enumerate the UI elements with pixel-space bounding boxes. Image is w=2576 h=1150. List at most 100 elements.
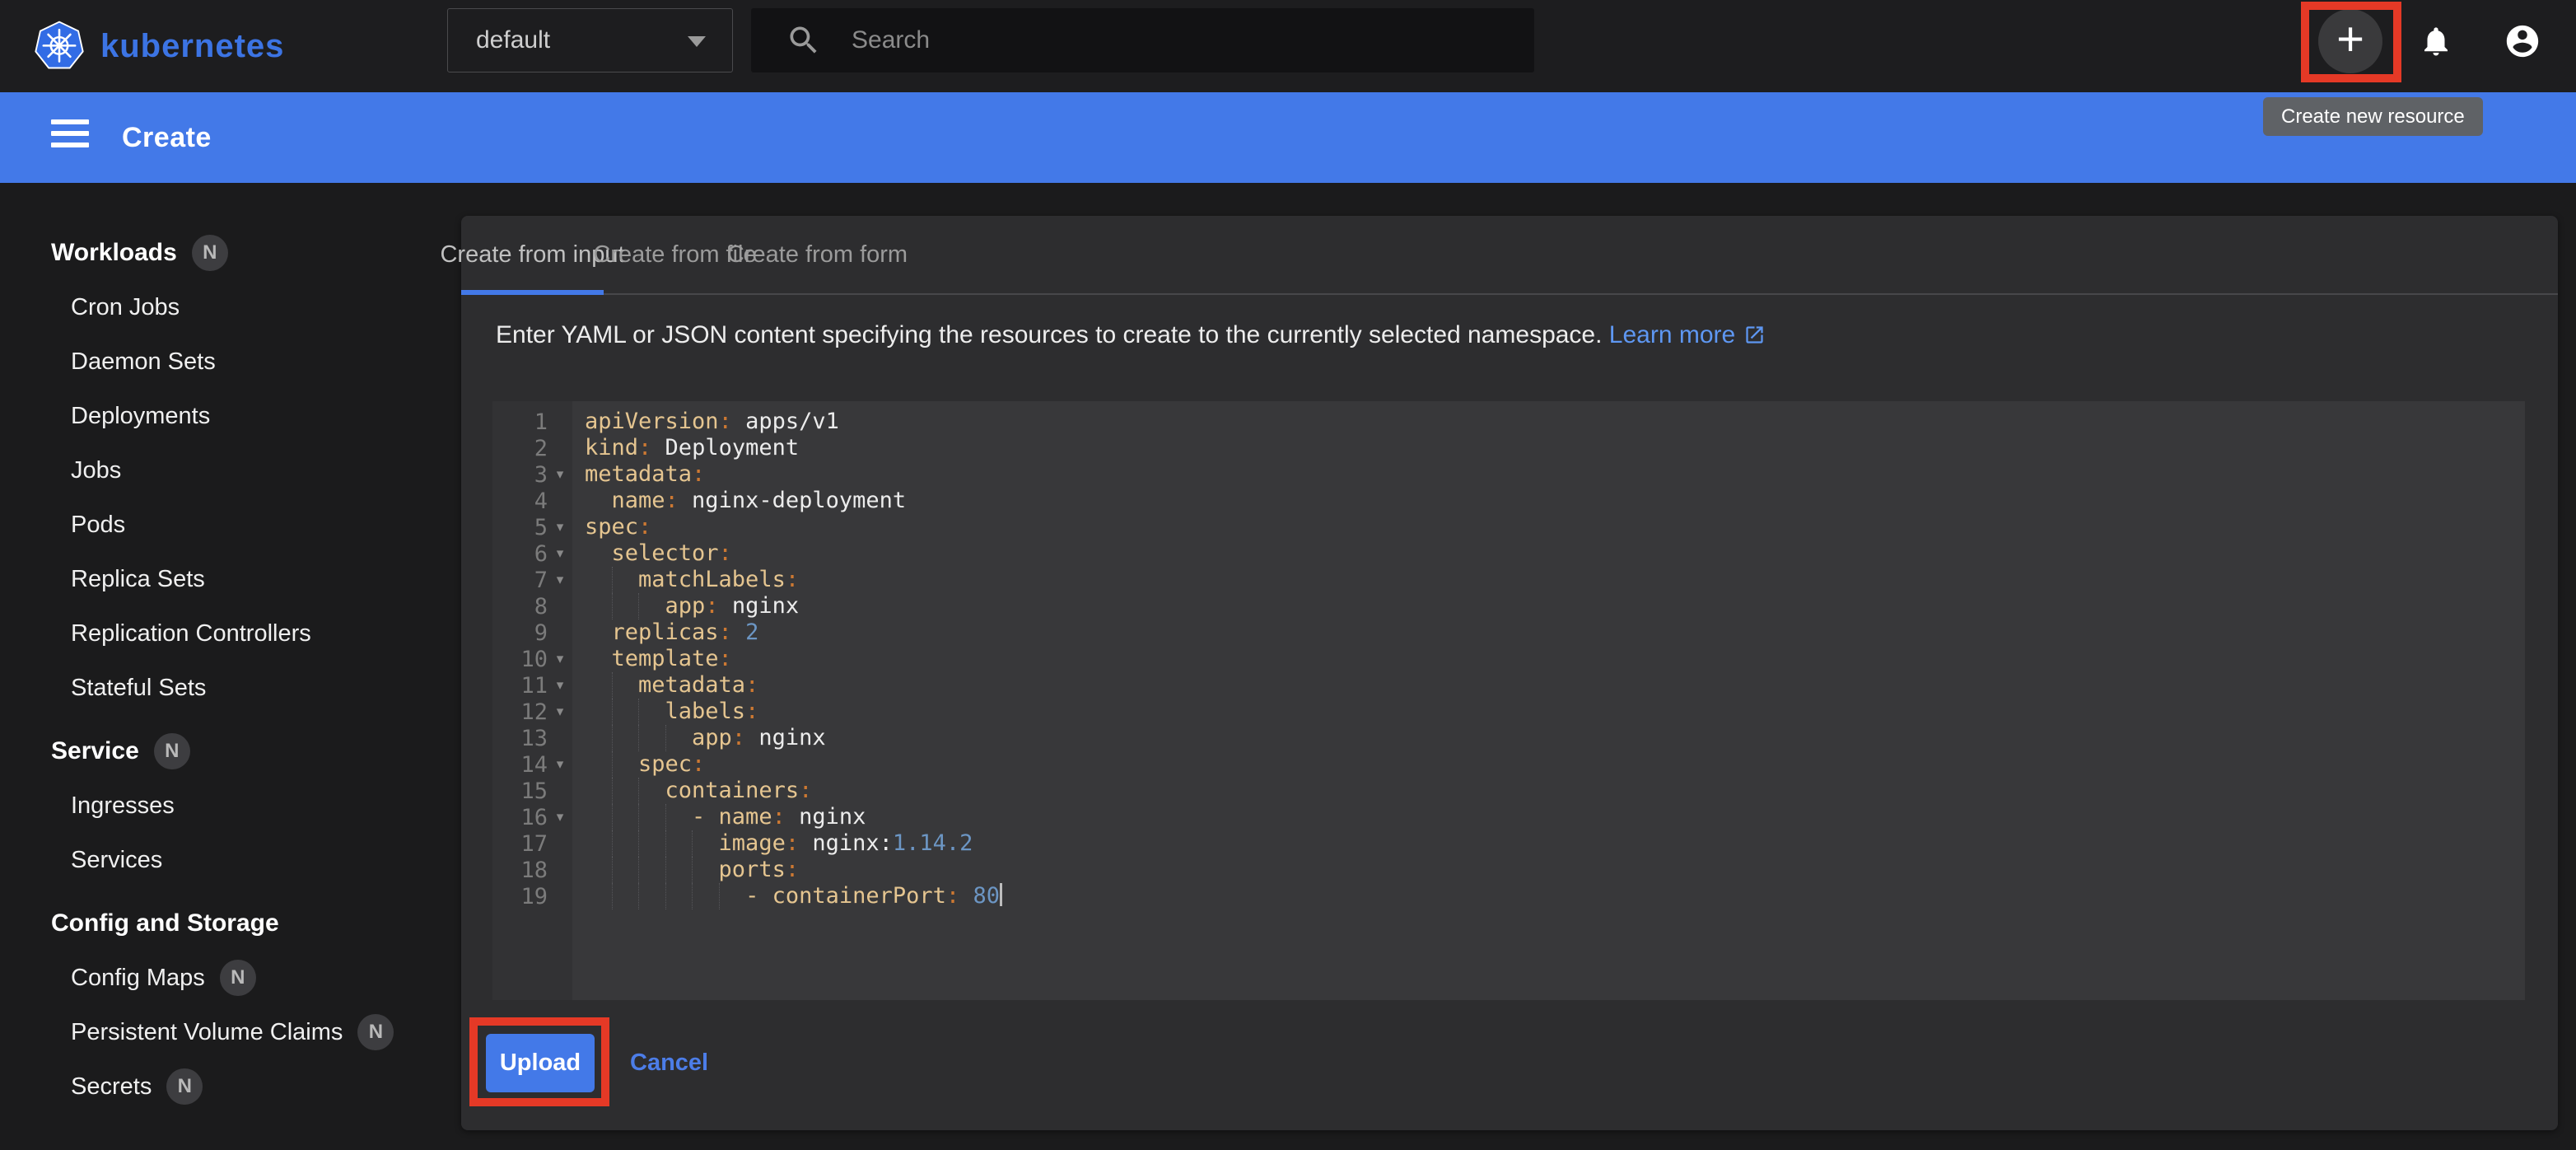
code-line[interactable]: app: nginx xyxy=(585,593,2525,619)
code-line[interactable]: name: nginx-deployment xyxy=(585,488,2525,514)
gutter-row: 1 xyxy=(492,409,572,435)
indent-guide xyxy=(665,857,666,883)
code-token: app xyxy=(692,725,732,750)
sidebar-item-deployments[interactable]: Deployments xyxy=(0,389,461,443)
sidebar-item-pods[interactable]: Pods xyxy=(0,498,461,552)
upload-button[interactable]: Upload xyxy=(486,1034,595,1092)
kubernetes-logo-icon xyxy=(33,17,86,75)
fold-arrow-icon[interactable]: ▾ xyxy=(548,567,572,593)
sidebar-item-cron-jobs[interactable]: Cron Jobs xyxy=(0,280,461,334)
search-input[interactable] xyxy=(850,26,1534,55)
code-token: : xyxy=(719,540,732,566)
fold-arrow-icon[interactable]: ▾ xyxy=(548,646,572,672)
create-new-resource-button[interactable]: + xyxy=(2318,9,2382,73)
tab-create-from-input[interactable]: Create from input xyxy=(461,216,604,293)
indent-guide xyxy=(638,804,639,830)
code-line[interactable]: - containerPort: 80 xyxy=(585,883,2525,909)
namespaced-badge: N xyxy=(192,235,228,271)
create-card: Create from inputCreate from fileCreate … xyxy=(461,216,2558,1130)
page-title: Create xyxy=(122,92,212,183)
namespaced-badge: N xyxy=(220,960,256,996)
sidebar-item-replication-controllers[interactable]: Replication Controllers xyxy=(0,606,461,661)
code-line[interactable]: app: nginx xyxy=(585,725,2525,751)
line-number: 9 xyxy=(492,620,548,646)
gutter-row: 12▾ xyxy=(492,699,572,725)
code-line[interactable]: metadata: xyxy=(585,672,2525,699)
code-token: metadata xyxy=(585,461,692,487)
tab-create-from-form[interactable]: Create from form xyxy=(746,216,889,293)
sidebar-item-label: Config Maps xyxy=(71,965,205,992)
sidebar-item-config-and-storage[interactable]: Config and Storage xyxy=(0,896,461,951)
line-number: 16 xyxy=(492,805,548,830)
code-token: nginx-deployment xyxy=(679,488,906,513)
indent-guide xyxy=(612,804,613,830)
sidebar-item-workloads[interactable]: WorkloadsN xyxy=(0,226,461,280)
code-line[interactable]: - name: nginx xyxy=(585,804,2525,830)
code-line[interactable]: selector: xyxy=(585,540,2525,567)
account-button[interactable] xyxy=(2504,22,2541,64)
fold-arrow-icon[interactable]: ▾ xyxy=(548,751,572,778)
code-line[interactable]: template: xyxy=(585,646,2525,672)
chevron-down-icon xyxy=(688,36,706,47)
line-number: 14 xyxy=(492,752,548,778)
code-token: : xyxy=(786,830,799,856)
gutter-row: 10▾ xyxy=(492,646,572,672)
code-line[interactable]: kind: Deployment xyxy=(585,435,2525,461)
code-line[interactable]: labels: xyxy=(585,699,2525,725)
sidebar-item-services[interactable]: Services xyxy=(0,833,461,887)
code-token: nginx xyxy=(719,593,800,619)
menu-button[interactable] xyxy=(51,119,89,156)
sidebar-item-replica-sets[interactable]: Replica Sets xyxy=(0,552,461,606)
code-token: : xyxy=(786,857,799,882)
sidebar-item-config-maps[interactable]: Config Maps N xyxy=(0,951,461,1005)
notifications-button[interactable] xyxy=(2419,24,2453,63)
fold-arrow-icon[interactable]: ▾ xyxy=(548,514,572,540)
fold-arrow-icon[interactable]: ▾ xyxy=(548,672,572,699)
gutter-row: 19 xyxy=(492,883,572,909)
code-token: : xyxy=(719,646,732,671)
indent-guide xyxy=(665,804,666,830)
tab-create-from-file[interactable]: Create from file xyxy=(604,216,746,293)
editor-content[interactable]: apiVersion: apps/v1kind: Deploymentmetad… xyxy=(572,401,2525,1000)
sidebar-nav: WorkloadsNCron Jobs Daemon Sets Deployment… xyxy=(0,226,461,1114)
yaml-editor[interactable]: 123▾45▾6▾7▾8910▾11▾12▾1314▾1516▾171819 a… xyxy=(492,401,2525,1000)
code-line[interactable]: image: nginx:1.14.2 xyxy=(585,830,2525,857)
code-line[interactable]: replicas: 2 xyxy=(585,619,2525,646)
sidebar-item-daemon-sets[interactable]: Daemon Sets xyxy=(0,334,461,389)
line-number: 5 xyxy=(492,515,548,540)
indent-guide xyxy=(612,593,613,619)
code-token xyxy=(732,619,745,645)
code-token: - xyxy=(745,883,772,909)
code-token: ports xyxy=(719,857,786,882)
code-line[interactable]: apiVersion: apps/v1 xyxy=(585,409,2525,435)
code-line[interactable]: containers: xyxy=(585,778,2525,804)
sidebar-item-secrets[interactable]: SecretsN xyxy=(0,1059,461,1114)
code-token: 80 xyxy=(973,883,1000,909)
cancel-button[interactable]: Cancel xyxy=(630,1034,708,1092)
sidebar-item-service[interactable]: ServiceN xyxy=(0,724,461,778)
code-token: : xyxy=(772,804,786,830)
sidebar-item-ingresses[interactable]: Ingresses xyxy=(0,778,461,833)
fold-arrow-icon[interactable]: ▾ xyxy=(548,461,572,488)
code-line[interactable]: spec: xyxy=(585,751,2525,778)
gutter-row: 4 xyxy=(492,488,572,514)
namespace-selector[interactable]: default xyxy=(447,8,733,72)
code-line[interactable]: metadata: xyxy=(585,461,2525,488)
fold-arrow-icon[interactable]: ▾ xyxy=(548,540,572,567)
fold-arrow-icon[interactable]: ▾ xyxy=(548,699,572,725)
gutter-row: 8 xyxy=(492,593,572,619)
sidebar-item-persistent-volume-claims[interactable]: Persistent Volume ClaimsN xyxy=(0,1005,461,1059)
learn-more-link[interactable]: Learn more xyxy=(1609,321,1766,348)
sidebar-item-label: Daemon Sets xyxy=(71,348,216,376)
fold-arrow-icon[interactable]: ▾ xyxy=(548,804,572,830)
code-line[interactable]: spec: xyxy=(585,514,2525,540)
code-line[interactable]: ports: xyxy=(585,857,2525,883)
line-number: 1 xyxy=(492,409,548,435)
brand[interactable]: kubernetes xyxy=(33,0,284,92)
gutter-row: 6▾ xyxy=(492,540,572,567)
code-line[interactable]: matchLabels: xyxy=(585,567,2525,593)
sidebar-item-jobs[interactable]: Jobs xyxy=(0,443,461,498)
search-bar[interactable] xyxy=(751,8,1534,72)
line-number: 6 xyxy=(492,541,548,567)
sidebar-item-stateful-sets[interactable]: Stateful Sets xyxy=(0,661,461,715)
